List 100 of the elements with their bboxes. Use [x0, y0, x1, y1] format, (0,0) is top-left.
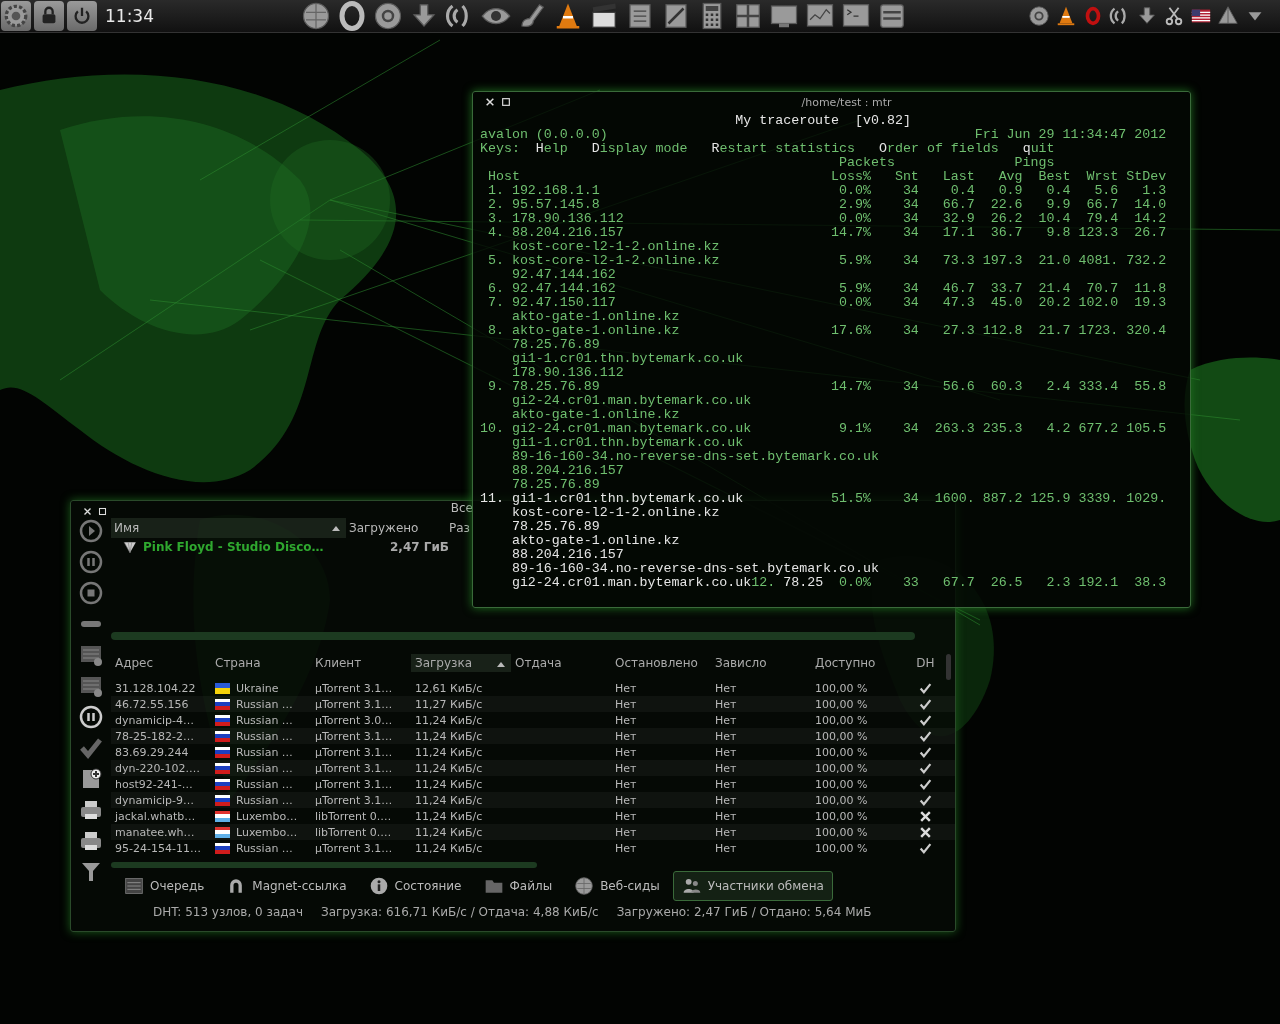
key-hint[interactable]: quit [1022, 142, 1055, 156]
host-name: 92.47.144.162 [511, 282, 616, 296]
tab[interactable]: Очередь [115, 871, 214, 901]
table-cell-text: µTorrent 3.1… [314, 728, 394, 744]
stat-value: 320.4 [1125, 324, 1167, 338]
maximize-icon[interactable] [98, 507, 107, 516]
printer-icon[interactable] [79, 829, 103, 853]
host-name: 78.25.76.89 [511, 478, 600, 492]
table-cell-text: 12,61 КиБ/с [414, 680, 484, 696]
triangle-icon[interactable] [1217, 5, 1239, 27]
stat-value: 0.4 [949, 184, 975, 198]
scissors-icon[interactable] [1163, 5, 1185, 27]
table-cell-text: dynamicip-9… [114, 792, 196, 808]
tab[interactable]: Состояние [359, 871, 471, 901]
column-header[interactable]: Имя [111, 518, 346, 538]
keys-label: Keys: [480, 142, 520, 156]
cone-icon[interactable] [1055, 5, 1077, 27]
table-cell-text: 100,00 % [814, 808, 869, 824]
host-name: 178.90.136.112 [511, 366, 624, 380]
list-icon[interactable] [79, 674, 103, 698]
scrollbar[interactable] [946, 654, 951, 680]
stat-value: 34 [901, 380, 919, 394]
flag-icon [215, 698, 230, 710]
drive-icon[interactable] [877, 1, 907, 31]
tab[interactable]: Веб-сиды [565, 871, 669, 901]
table-cell-text: Нет [614, 840, 638, 856]
column-header[interactable]: DH [911, 654, 936, 672]
stat-value: 67.7 [941, 576, 975, 590]
download-icon[interactable] [1136, 5, 1158, 27]
printer-icon[interactable] [79, 798, 103, 822]
list-icon[interactable] [79, 643, 103, 667]
table-cell-text: µTorrent 3.1… [314, 680, 394, 696]
column-header[interactable]: Отдача [511, 654, 611, 672]
globe-icon[interactable] [301, 1, 331, 31]
key-hint[interactable]: Order of fields [879, 142, 999, 156]
table-cell-text: Нет [614, 824, 638, 840]
table-cell-text: Нет [714, 776, 738, 792]
column-header[interactable]: Раз [446, 518, 470, 538]
date-label: Fri Jun 29 11:34:47 2012 [974, 128, 1167, 142]
play-icon[interactable] [79, 519, 103, 543]
stat-value: 34 [901, 492, 919, 506]
column-header[interactable]: Загрузка [411, 654, 511, 672]
table-cell-text: Нет [614, 744, 638, 760]
close-icon[interactable] [83, 507, 92, 516]
info-icon [368, 876, 389, 896]
stat-value: 26.2 [989, 212, 1023, 226]
table-cell-text: Нет [714, 712, 738, 728]
host-label: avalon (0.0.0.0) [480, 128, 608, 142]
column-header[interactable]: Страна [211, 654, 311, 672]
host-name: 92.47.150.117 [511, 296, 616, 310]
table-cell-text: manatee.wh… [114, 824, 196, 840]
table-cell-text: 100,00 % [814, 696, 869, 712]
power-button[interactable] [67, 1, 97, 31]
column-header[interactable]: Остановлено [611, 654, 711, 672]
torrent-name[interactable]: Pink Floyd - Studio Disco… [143, 540, 324, 554]
lock-button[interactable] [34, 1, 64, 31]
maximize-icon[interactable] [501, 97, 511, 107]
close-icon[interactable] [485, 97, 495, 107]
scrollbar[interactable] [111, 862, 537, 868]
table-cell-text: 11,24 КиБ/с [414, 824, 484, 840]
check-icon[interactable] [79, 736, 103, 760]
table-cell-text: µTorrent 3.1… [314, 760, 394, 776]
table-cell-text: Нет [614, 680, 638, 696]
window-grid-icon[interactable] [733, 1, 763, 31]
column-header[interactable]: Загружено [346, 518, 446, 538]
target-icon[interactable] [1028, 5, 1050, 27]
target-icon[interactable] [373, 1, 403, 31]
flag-icon [215, 810, 230, 822]
column-header[interactable]: Доступно [811, 654, 911, 672]
column-header[interactable]: Клиент [311, 654, 411, 672]
column-header[interactable]: Зависло [711, 654, 811, 672]
sort-arrow-icon [332, 526, 340, 531]
funnel-icon[interactable] [79, 860, 103, 884]
key-hint[interactable]: Restart statistics [711, 142, 856, 156]
stat-value: 1.3 [1141, 184, 1167, 198]
table-cell-text: 46.72.55.156 [114, 696, 190, 712]
clock: 11:34 [105, 6, 154, 26]
clapperboard-icon[interactable] [589, 1, 619, 31]
stat-value: 27.3 [941, 324, 975, 338]
diamond-icon [123, 540, 137, 554]
column-header[interactable]: Адрес [111, 654, 211, 672]
stat-value: 0.0% [838, 296, 871, 310]
key-hint[interactable]: Display mode [591, 142, 688, 156]
stat-value: 34 [901, 198, 919, 212]
stat-value: 20.2 [1037, 296, 1071, 310]
table-cell: Russian … [236, 761, 293, 775]
tab[interactable]: Файлы [474, 871, 562, 901]
ring-icon[interactable] [337, 1, 367, 31]
hop-number: 8. [486, 324, 504, 338]
table-cell-text: 11,24 КиБ/с [414, 808, 484, 824]
key-hint[interactable]: Help [535, 142, 568, 156]
stat-value: 9.9 [1045, 198, 1071, 212]
tab[interactable]: Magnet-ссылка [217, 871, 356, 901]
menu-button[interactable] [1, 1, 31, 31]
table-cell-text: Нет [714, 760, 738, 776]
stop-icon[interactable] [79, 581, 103, 605]
tab[interactable]: Участники обмена [672, 871, 833, 901]
host-name: akto-gate-1.online.kz [511, 408, 680, 422]
pause-icon[interactable] [79, 705, 103, 729]
table-cell-text: 100,00 % [814, 776, 869, 792]
